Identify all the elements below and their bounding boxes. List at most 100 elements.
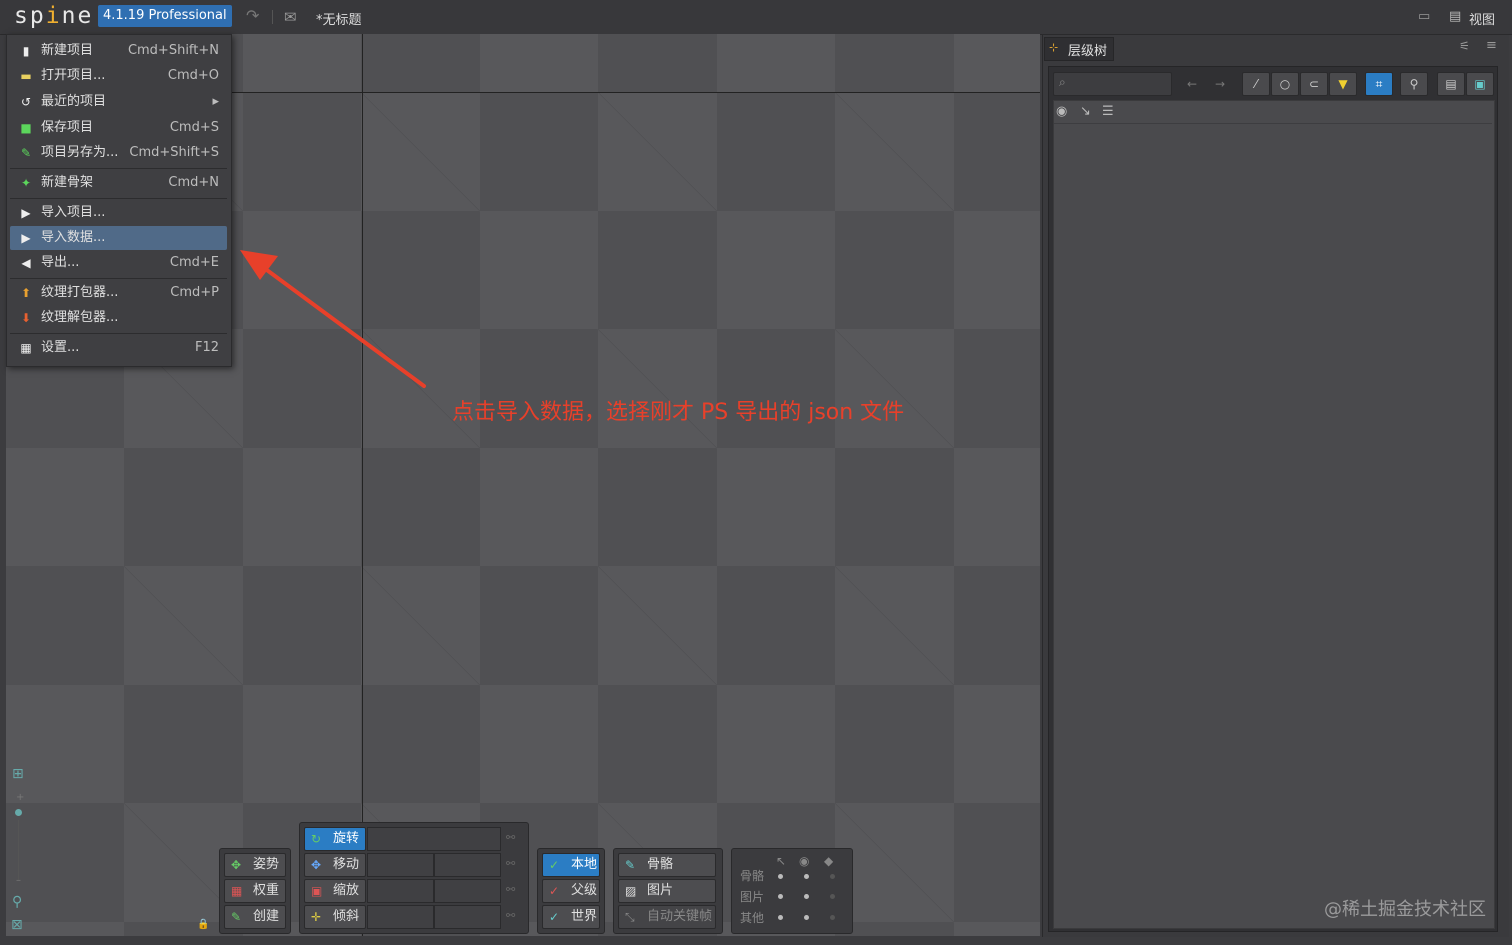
- link-icon[interactable]: ⚯: [506, 909, 515, 922]
- find-icon[interactable]: ⚲: [1400, 72, 1428, 96]
- bone-icon[interactable]: ↘: [1080, 104, 1091, 119]
- brush-icon[interactable]: ⁄: [1242, 72, 1270, 96]
- translate-x-field[interactable]: [367, 853, 434, 877]
- matrix-toggle[interactable]: [830, 894, 835, 899]
- auto-key-button[interactable]: ⤡ 自动关键帧: [618, 905, 716, 929]
- menu-item-import-data[interactable]: ▶ 导入数据...: [10, 226, 227, 250]
- scale-button[interactable]: ▣ 缩放: [304, 879, 366, 903]
- menu-divider: [10, 278, 227, 279]
- menu-item-shortcut: F12: [194, 340, 219, 355]
- menu-item-label: 项目另存为...: [41, 145, 119, 160]
- zoom-out-icon[interactable]: –: [16, 875, 21, 886]
- matrix-row-label: 图片: [740, 890, 765, 904]
- scale-icon: ▣: [311, 884, 323, 898]
- translate-y-field[interactable]: [434, 853, 501, 877]
- shear-button[interactable]: ✛ 倾斜: [304, 905, 366, 929]
- menu-item-recent-projects[interactable]: ↺ 最近的项目 ▸: [10, 90, 227, 114]
- main-menu: ▮ 新建项目 Cmd+Shift+N ▬ 打开项目... Cmd+O ↺ 最近的…: [6, 34, 232, 367]
- world-axes-icon: ✓: [549, 910, 560, 924]
- circle-icon[interactable]: ○: [1271, 72, 1299, 96]
- collapse-icon[interactable]: ▤: [1437, 72, 1465, 96]
- matrix-toggle[interactable]: [830, 874, 835, 879]
- save-icon: ■: [20, 121, 32, 135]
- focus-icon[interactable]: ⌗: [1365, 72, 1393, 96]
- auto-key-icon: ⤡: [625, 910, 635, 924]
- menu-item-shortcut: Cmd+Shift+S: [129, 145, 219, 160]
- weights-button[interactable]: ▦ 权重: [224, 879, 286, 903]
- zoom-in-icon[interactable]: +: [16, 792, 24, 803]
- image-icon: ▨: [625, 884, 637, 898]
- spine-logo[interactable]: spine: [14, 3, 93, 29]
- menu-item-export[interactable]: ◀ 导出... Cmd+E: [10, 251, 227, 275]
- layout-icon[interactable]: ⊞: [12, 766, 24, 782]
- menu-item-open-project[interactable]: ▬ 打开项目... Cmd+O: [10, 64, 227, 88]
- create-button[interactable]: ✎ 创建: [224, 905, 286, 929]
- panel-settings-icon[interactable]: ⚟: [1459, 39, 1470, 53]
- parent-button[interactable]: ✓ 父级: [542, 879, 600, 903]
- scale-y-field[interactable]: [434, 879, 501, 903]
- matrix-toggle[interactable]: [778, 894, 783, 899]
- world-button[interactable]: ✓ 世界: [542, 905, 600, 929]
- matrix-toggle[interactable]: [804, 874, 809, 879]
- search-icon: ⌕: [1059, 75, 1066, 89]
- parent-axes-icon: ✓: [549, 884, 560, 898]
- fit-view-icon[interactable]: ⊠: [11, 917, 23, 933]
- zoom-slider-track[interactable]: [18, 820, 19, 880]
- matrix-toggle[interactable]: [778, 915, 783, 920]
- document-icon: ✉: [284, 8, 297, 26]
- view-icon[interactable]: ▤: [1449, 9, 1461, 24]
- filter-icon[interactable]: ▼: [1329, 72, 1357, 96]
- view-menu-label[interactable]: 视图: [1469, 9, 1495, 28]
- translate-button[interactable]: ✥ 移动: [304, 853, 366, 877]
- arrow-left-icon[interactable]: ←: [1178, 72, 1206, 96]
- menu-item-label: 打开项目...: [41, 68, 106, 83]
- shear-y-field[interactable]: [434, 905, 501, 929]
- link-icon[interactable]: ⚯: [506, 883, 515, 896]
- rotate-icon: ↻: [311, 832, 322, 846]
- expand-icon[interactable]: ▣: [1466, 72, 1494, 96]
- menu-item-shortcut: Cmd+P: [170, 285, 219, 300]
- annotation-text: 点击导入数据，选择刚才 PS 导出的 json 文件: [452, 400, 905, 425]
- scale-x-field[interactable]: [367, 879, 434, 903]
- rotate-button[interactable]: ↻ 旋转: [304, 827, 366, 851]
- arrow-right-icon[interactable]: →: [1206, 72, 1234, 96]
- menu-item-label: 新建骨架: [41, 175, 94, 190]
- history-icon: ↺: [20, 95, 32, 109]
- link-icon[interactable]: ⚯: [506, 857, 515, 870]
- menu-item-texture-unpacker[interactable]: ⬇ 纹理解包器...: [10, 306, 227, 330]
- images-button[interactable]: ▨ 图片: [618, 879, 716, 903]
- window-icon[interactable]: ▭: [1418, 9, 1430, 24]
- eye-icon[interactable]: ◉: [1056, 104, 1067, 119]
- panel-menu-icon[interactable]: ≡: [1486, 38, 1497, 53]
- pose-button[interactable]: ✥ 姿势: [224, 853, 286, 877]
- redo-icon[interactable]: ↷: [246, 6, 259, 25]
- shear-x-field[interactable]: [367, 905, 434, 929]
- matrix-toggle[interactable]: [830, 915, 835, 920]
- menu-item-new-skeleton[interactable]: ✦ 新建骨架 Cmd+N: [10, 171, 227, 195]
- local-axes-icon: ✓: [549, 858, 560, 872]
- rotate-value-field[interactable]: [367, 827, 501, 851]
- local-button[interactable]: ✓ 本地: [542, 853, 600, 877]
- menu-item-save-as[interactable]: ✎ 项目另存为... Cmd+Shift+S: [10, 141, 227, 165]
- zoom-icon[interactable]: ⚲: [12, 894, 22, 910]
- menu-item-settings[interactable]: ▦ 设置... F12: [10, 336, 227, 360]
- bones-button[interactable]: ✎ 骨骼: [618, 853, 716, 877]
- matrix-toggle[interactable]: [804, 894, 809, 899]
- menu-item-texture-packer[interactable]: ⬆ 纹理打包器... Cmd+P: [10, 281, 227, 305]
- link-icon[interactable]: ⊂: [1300, 72, 1328, 96]
- menu-item-label: 导入项目...: [41, 205, 106, 220]
- matrix-toggle[interactable]: [804, 915, 809, 920]
- lock-icon[interactable]: 🔒: [197, 919, 209, 930]
- hierarchy-tree[interactable]: [1053, 100, 1495, 929]
- zoom-slider-handle[interactable]: [15, 809, 22, 816]
- menu-item-shortcut: Cmd+S: [169, 120, 219, 135]
- link-icon[interactable]: ⚯: [506, 831, 515, 844]
- search-input[interactable]: [1053, 72, 1172, 96]
- new-project-icon: ▮: [22, 44, 30, 58]
- menu-item-save-project[interactable]: ■ 保存项目 Cmd+S: [10, 116, 227, 140]
- menu-item-new-project[interactable]: ▮ 新建项目 Cmd+Shift+N: [10, 39, 227, 63]
- matrix-toggle[interactable]: [778, 874, 783, 879]
- import-data-icon: ▶: [21, 231, 31, 245]
- list-icon[interactable]: ☰: [1102, 104, 1114, 119]
- menu-item-import-project[interactable]: ▶ 导入项目...: [10, 201, 227, 225]
